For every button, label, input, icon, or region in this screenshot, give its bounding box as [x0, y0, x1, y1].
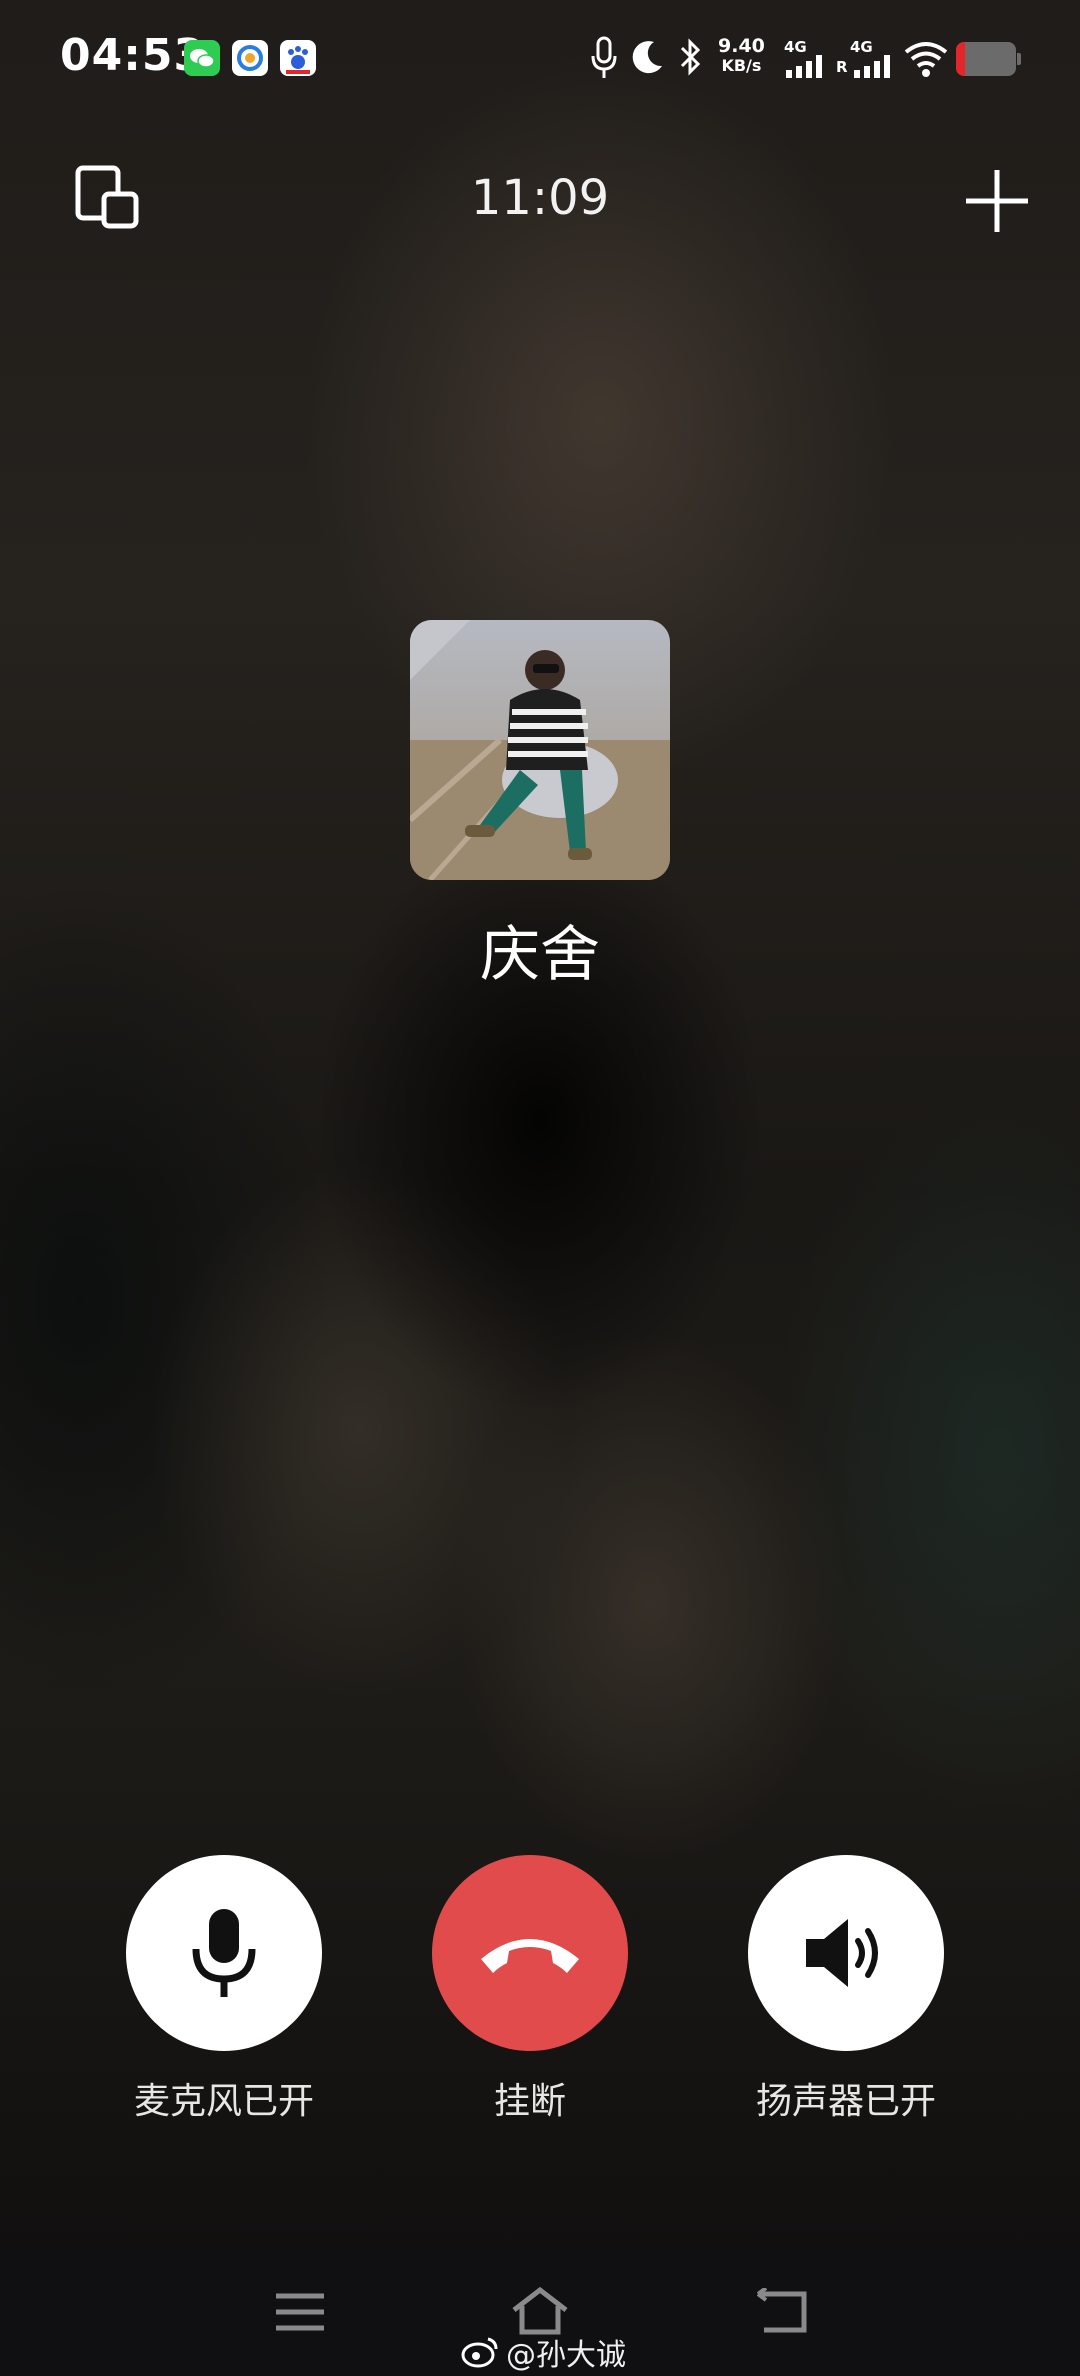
speaker-label: 扬声器已开 [755, 2081, 936, 2122]
watermark-text: @孙大诚 [506, 2338, 626, 2373]
wechat-icon [184, 40, 220, 76]
back-icon[interactable] [752, 2288, 810, 2336]
weibo-logo-icon [461, 2337, 498, 2368]
battery-tip [1017, 53, 1021, 65]
moon-icon [632, 41, 662, 74]
watermark: @孙大诚 [460, 2330, 626, 2374]
microphone-button[interactable] [126, 1855, 322, 2051]
contact-name: 庆舍 [480, 920, 600, 990]
bluetooth-icon [680, 38, 701, 76]
speaker-icon [806, 1919, 878, 1987]
network-speed: 9.40 KB/s [718, 36, 765, 76]
baidu-icon [280, 40, 316, 76]
hang-up-icon [481, 1939, 579, 1973]
browser-icon [232, 40, 268, 76]
network-speed-value: 9.40 [718, 35, 765, 57]
home-icon[interactable] [510, 2286, 570, 2336]
mic-status-icon [591, 36, 617, 78]
hang-up-button[interactable] [432, 1855, 628, 2051]
sim2-roaming-label: R [836, 58, 848, 76]
menu-icon[interactable] [272, 2290, 328, 2334]
contact-avatar[interactable] [410, 620, 670, 880]
call-duration: 11:09 [470, 170, 610, 226]
battery-icon [956, 42, 1016, 76]
wifi-icon [904, 42, 948, 77]
hang-up-label: 挂断 [493, 2081, 566, 2122]
microphone-label: 麦克风已开 [133, 2081, 314, 2122]
add-participant-icon[interactable] [964, 168, 1030, 234]
status-bar: 04:53 9.40 KB/s 4G 4G R [0, 0, 1080, 118]
sim1-signal-icon [786, 55, 822, 78]
sim2-signal-icon [854, 55, 890, 78]
battery-level-fill [956, 42, 965, 76]
speaker-button[interactable] [748, 1855, 944, 2051]
microphone-icon [192, 1909, 256, 1997]
network-speed-unit: KB/s [721, 56, 762, 75]
